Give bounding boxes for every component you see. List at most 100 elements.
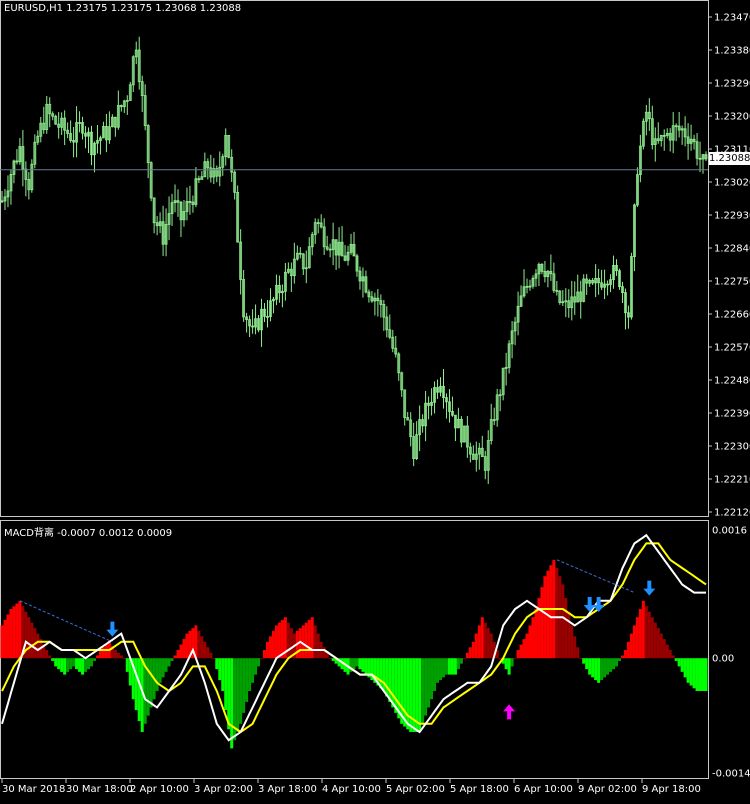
histogram-bar [87, 658, 91, 670]
histogram-bar [695, 658, 699, 691]
time-axis-label: 2 Apr 10:00 [130, 784, 189, 795]
histogram-bar [57, 658, 61, 670]
histogram-bar [507, 658, 511, 675]
histogram-bar [236, 658, 240, 732]
price-axis-label: 1.22300 [714, 442, 750, 453]
histogram-bar [591, 658, 595, 678]
price-axis-label: 1.22210 [714, 475, 750, 486]
histogram-bar [486, 628, 490, 659]
histogram-bar [260, 658, 264, 660]
histogram-bar [522, 639, 526, 659]
histogram-bar [95, 655, 99, 659]
time-axis-label: 6 Apr 10:00 [514, 784, 573, 795]
down-arrow-icon [583, 597, 596, 612]
histogram-bar [60, 658, 64, 672]
histogram-bar [230, 658, 234, 749]
histogram-bar [504, 658, 508, 670]
histogram-bar [221, 658, 225, 691]
symbol-header: EURUSD,H1 1.23175 1.23175 1.23068 1.2308… [4, 3, 242, 14]
histogram-bar [480, 617, 484, 659]
histogram-bar [576, 647, 580, 659]
histogram-bar [382, 658, 386, 691]
chart-canvas[interactable]: 1.234701.233801.232901.232001.231101.230… [0, 0, 750, 800]
histogram-bar [289, 628, 293, 659]
histogram-bar [54, 658, 58, 667]
histogram-bar [433, 658, 437, 691]
histogram-bar [137, 658, 141, 722]
histogram-bar [301, 625, 305, 659]
histogram-bar [179, 644, 183, 659]
histogram-bar [462, 658, 466, 660]
histogram-bar [427, 658, 431, 708]
current-price-label: 1.23088 [709, 152, 750, 165]
histogram-bar [158, 658, 162, 683]
histogram-bar [173, 655, 177, 659]
histogram-bar [75, 658, 79, 670]
price-axis-label: 1.22930 [714, 211, 750, 222]
histogram-bar [322, 647, 326, 659]
histogram-bar [603, 658, 607, 678]
histogram-bar [391, 658, 395, 708]
histogram-bar [146, 658, 150, 716]
histogram-bar [456, 658, 460, 670]
histogram-bar [421, 658, 425, 724]
histogram-bar [355, 658, 359, 667]
histogram-bar [385, 658, 389, 697]
histogram-bar [388, 658, 392, 702]
price-axis-label: 1.22120 [714, 508, 750, 519]
histogram-bar [573, 636, 577, 659]
histogram-bar [641, 600, 645, 659]
histogram-bar [477, 625, 481, 659]
histogram-bar [606, 658, 610, 675]
histogram-bar [69, 658, 73, 670]
histogram-bar [98, 650, 102, 659]
histogram-bar [12, 606, 16, 659]
histogram-bar [465, 652, 469, 659]
histogram-bar [206, 647, 210, 659]
histogram-bar [78, 658, 82, 672]
down-arrow-icon [592, 597, 605, 612]
histogram-bar [519, 644, 523, 659]
histogram-bar [534, 609, 538, 659]
price-axis-label: 1.23290 [714, 79, 750, 90]
histogram-bar [498, 658, 502, 660]
macd-histogram [0, 559, 708, 749]
histogram-bar [161, 658, 165, 678]
price-axis-label: 1.22750 [714, 277, 750, 288]
histogram-bar [72, 658, 76, 667]
histogram-bar [167, 658, 171, 667]
histogram-bar [468, 647, 472, 659]
histogram-bar [537, 598, 541, 659]
histogram-bar [0, 625, 4, 659]
histogram-bar [239, 658, 243, 724]
histogram-bar [510, 658, 514, 667]
histogram-bar [200, 636, 204, 659]
histogram-bar [352, 658, 356, 670]
histogram-bar [555, 568, 559, 659]
histogram-bar [674, 658, 678, 661]
time-axis-label: 5 Apr 02:00 [386, 784, 445, 795]
histogram-bar [650, 617, 654, 659]
histogram-bar [594, 658, 598, 681]
histogram-bar [6, 614, 10, 659]
histogram-bar [36, 633, 40, 659]
histogram-bar [564, 598, 568, 659]
histogram-bar [444, 658, 448, 675]
price-axis-label: 1.23380 [714, 46, 750, 57]
histogram-bar [149, 658, 153, 708]
histogram-bar [81, 658, 85, 675]
histogram-bar [632, 625, 636, 659]
histogram-bar [453, 658, 457, 675]
macd-axis-label: 0.0016 [712, 526, 747, 537]
histogram-bar [403, 658, 407, 727]
price-axis-label: 1.22660 [714, 310, 750, 321]
histogram-bar [257, 658, 261, 667]
histogram-bar [271, 630, 275, 659]
time-axis-label: 9 Apr 02:00 [578, 784, 637, 795]
histogram-bar [439, 658, 443, 681]
histogram-bar [101, 647, 105, 659]
histogram-bar [418, 658, 422, 732]
histogram-bar [638, 609, 642, 659]
down-arrow-icon [106, 621, 119, 637]
histogram-bar [277, 622, 281, 659]
